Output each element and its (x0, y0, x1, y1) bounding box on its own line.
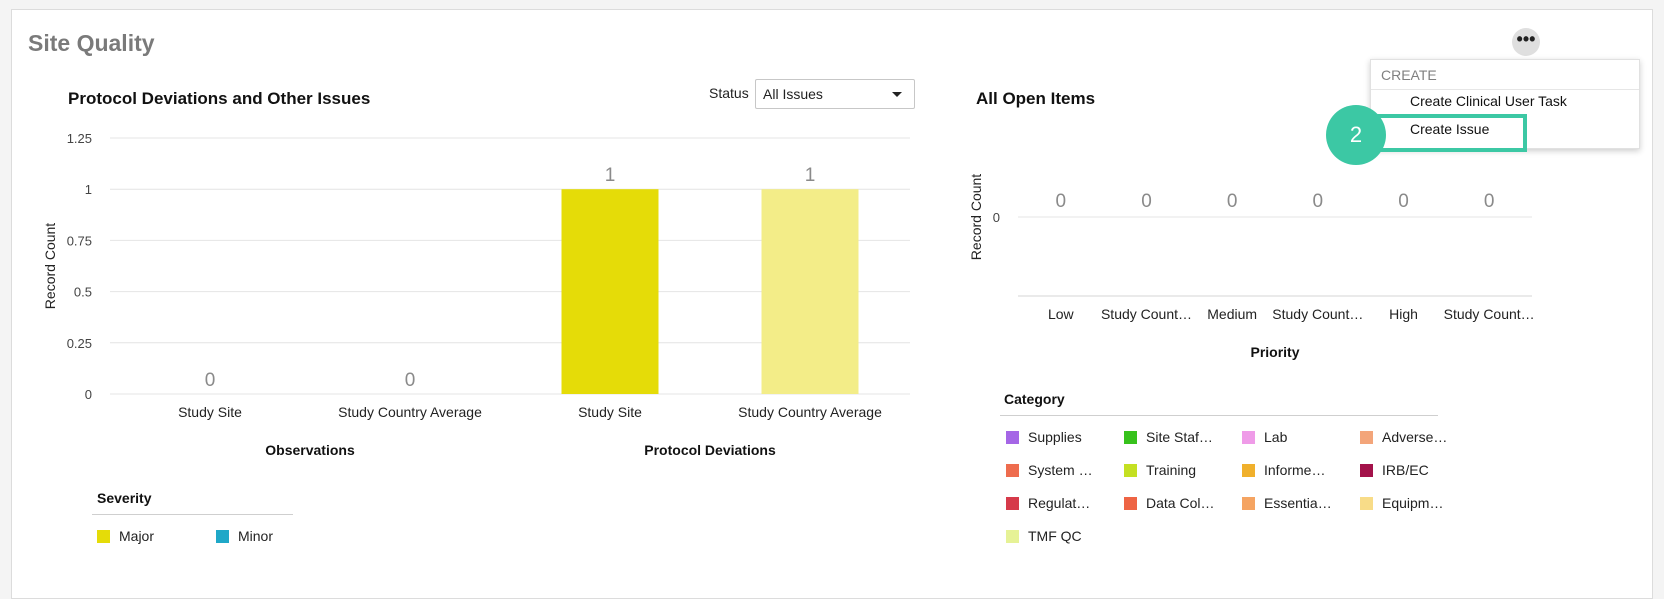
legend-swatch (1360, 497, 1373, 510)
legend-item[interactable]: Major (97, 528, 154, 544)
data-label: 0 (1056, 191, 1067, 212)
data-label: 1 (805, 165, 816, 186)
legend-item[interactable]: Lab (1242, 429, 1287, 445)
data-label: 0 (1398, 191, 1409, 212)
severity-legend-title: Severity (97, 490, 152, 506)
y-tick-label: 0.25 (67, 336, 92, 351)
bar (561, 189, 659, 394)
legend-item[interactable]: Site Staf… (1124, 429, 1213, 445)
legend-item[interactable]: Supplies (1006, 429, 1082, 445)
x-tick-label: Study Site (578, 404, 642, 420)
legend-label: Data Col… (1146, 495, 1215, 511)
legend-swatch (97, 530, 110, 543)
menu-header: CREATE (1381, 67, 1437, 83)
legend-label: Adverse… (1382, 429, 1448, 445)
bar (761, 189, 859, 394)
legend-label: Minor (238, 528, 274, 544)
legend-label: Training (1146, 462, 1197, 478)
legend-label: Equipm… (1382, 495, 1444, 511)
y-tick-label: 1.25 (67, 131, 92, 146)
legend-swatch (1006, 497, 1019, 510)
x-tick-label: Study Count… (1101, 306, 1192, 322)
y-tick-label: 0 (993, 210, 1000, 225)
legend-item[interactable]: Essentia… (1242, 495, 1332, 511)
x-tick-label: Study Count… (1444, 306, 1535, 322)
data-label: 0 (1313, 191, 1324, 212)
group-label: Protocol Deviations (644, 442, 776, 458)
data-label: 1 (605, 165, 616, 186)
data-label: 0 (205, 370, 216, 391)
legend-label: Regulat… (1028, 495, 1091, 511)
data-label: 0 (1484, 191, 1495, 212)
data-label: 0 (1227, 191, 1238, 212)
x-tick-label: Study Country Average (338, 404, 482, 420)
legend-swatch (1124, 464, 1137, 477)
status-select-value: All Issues (763, 86, 823, 102)
legend-label: Site Staf… (1146, 429, 1213, 445)
status-select[interactable]: All Issues (755, 79, 915, 109)
group-label: Observations (265, 442, 355, 458)
x-tick-label: Study Count… (1272, 306, 1363, 322)
data-label: 0 (1141, 191, 1152, 212)
severity-legend-divider (92, 514, 293, 515)
category-legend-divider (1000, 415, 1438, 416)
x-tick-label: High (1389, 306, 1418, 322)
x-tick-label: Study Site (178, 404, 242, 420)
chevron-down-icon (892, 92, 902, 97)
legend-label: Essentia… (1264, 495, 1332, 511)
legend-swatch (216, 530, 229, 543)
legend-swatch (1242, 497, 1255, 510)
x-tick-label: Study Country Average (738, 404, 882, 420)
legend-item[interactable]: IRB/EC (1360, 462, 1429, 478)
legend-item[interactable]: Data Col… (1124, 495, 1214, 511)
more-options-button[interactable]: ••• (1512, 28, 1540, 56)
right-chart-title: All Open Items (976, 89, 1096, 108)
legend-swatch (1006, 464, 1019, 477)
left-chart-title: Protocol Deviations and Other Issues (68, 89, 371, 108)
legend-swatch (1006, 530, 1019, 543)
legend-swatch (1242, 464, 1255, 477)
y-tick-label: 1 (85, 182, 92, 197)
legend-swatch (1006, 431, 1019, 444)
x-tick-label: Medium (1207, 306, 1257, 322)
legend-label: System … (1028, 462, 1093, 478)
status-label: Status (709, 85, 749, 101)
legend-item[interactable]: Informe… (1242, 462, 1325, 478)
legend-item[interactable]: Minor (216, 528, 273, 544)
x-axis-label: Priority (1250, 344, 1299, 360)
legend-swatch (1360, 431, 1373, 444)
legend-label: Informe… (1264, 462, 1326, 478)
data-label: 0 (405, 370, 416, 391)
y-axis-label: Record Count (968, 174, 984, 260)
menu-divider (1371, 89, 1639, 90)
ellipsis-icon: ••• (1516, 29, 1536, 49)
legend-label: Lab (1264, 429, 1288, 445)
legend-label: Major (119, 528, 155, 544)
y-tick-label: 0.5 (74, 285, 92, 300)
category-legend-title: Category (1004, 391, 1065, 407)
legend-swatch (1242, 431, 1255, 444)
create-clinical-user-task-item[interactable]: Create Clinical User Task (1410, 93, 1567, 109)
y-axis-label: Record Count (42, 223, 58, 309)
legend-item[interactable]: Equipm… (1360, 495, 1443, 511)
legend-swatch (1360, 464, 1373, 477)
legend-swatch (1124, 431, 1137, 444)
legend-label: IRB/EC (1382, 462, 1429, 478)
legend-label: TMF QC (1028, 528, 1082, 544)
legend-item[interactable]: System … (1006, 462, 1093, 478)
left-bar-chart: 0 0.25 0.5 0.75 1 1.25 Record Count 0 Study Site… (42, 131, 910, 458)
legend-item[interactable]: Regulat… (1006, 495, 1090, 511)
legend-label: Supplies (1028, 429, 1082, 445)
legend-swatch (1124, 497, 1137, 510)
right-bar-chart: 0 Record Count 0 Low 0 Study Count… 0 Medium 0 St… (968, 174, 1535, 360)
legend-item[interactable]: Training (1124, 462, 1196, 478)
y-tick-label: 0 (85, 387, 92, 402)
legend-item[interactable]: Adverse… (1360, 429, 1447, 445)
page-title: Site Quality (28, 30, 155, 56)
step-badge: 2 (1326, 105, 1386, 165)
x-tick-label: Low (1048, 306, 1075, 322)
legend-item[interactable]: TMF QC (1006, 528, 1082, 544)
y-tick-label: 0.75 (67, 233, 92, 248)
